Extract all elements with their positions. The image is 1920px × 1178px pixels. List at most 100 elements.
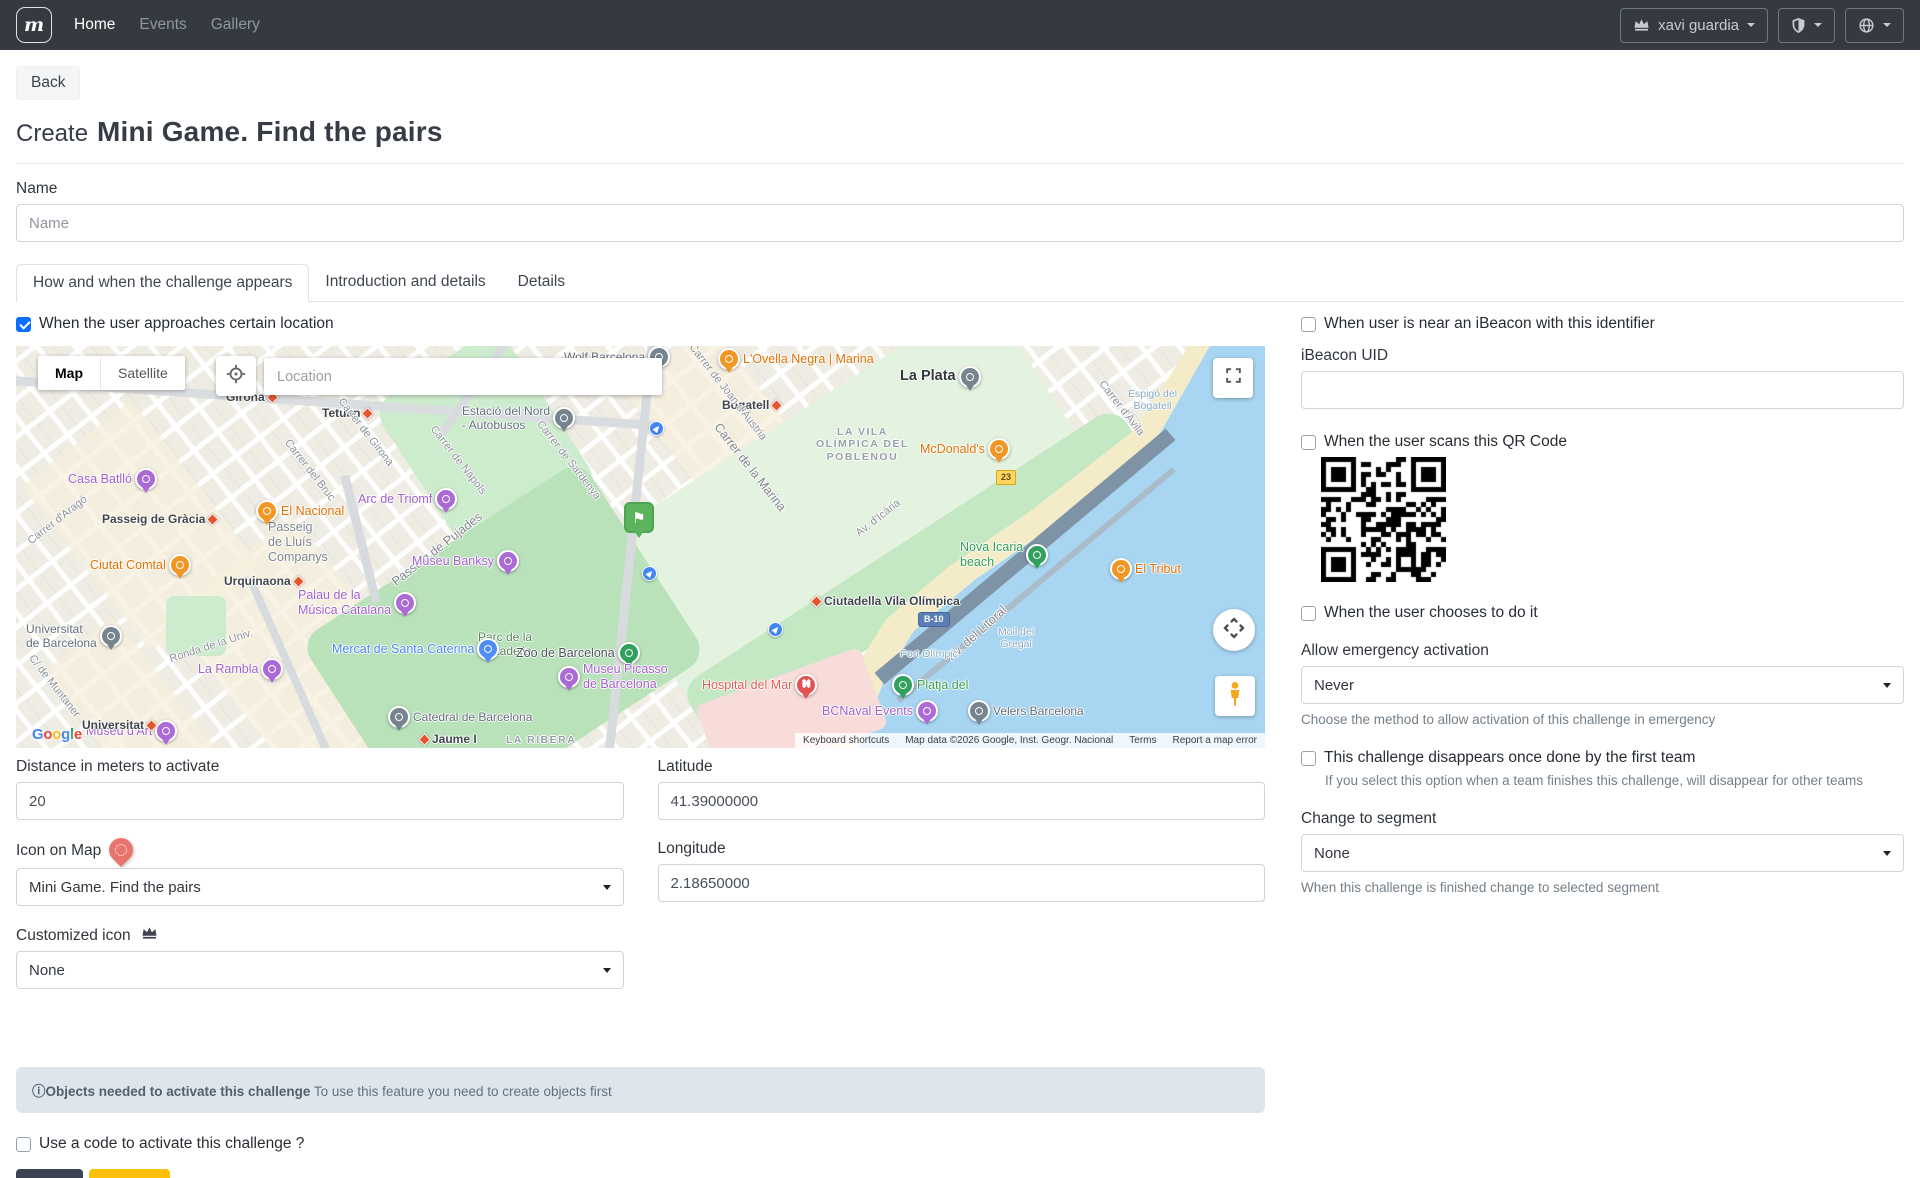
map-poi-pin-icon	[959, 366, 981, 388]
objects-info-alert: ⓘObjects needed to activate this challen…	[16, 1067, 1265, 1113]
tab-0[interactable]: How and when the challenge appears	[16, 264, 309, 302]
checkbox-box[interactable]	[16, 317, 31, 332]
pegman-button[interactable]	[1215, 676, 1255, 716]
checkbox-box[interactable]	[1301, 751, 1316, 766]
privacy-menu-button[interactable]	[1778, 8, 1835, 43]
checkbox-qr-code[interactable]: When the user scans this QR Code	[1301, 433, 1904, 451]
map-route-arrow-icon	[642, 566, 657, 581]
cancel-button[interactable]: Cancel	[89, 1169, 169, 1178]
map-label: L'Ovella Negra | Marina	[718, 348, 874, 370]
checkbox-user-chooses[interactable]: When the user chooses to do it	[1301, 604, 1904, 622]
map-label: La Rambla	[198, 658, 283, 680]
map-flag-marker[interactable]: ⚑	[624, 502, 654, 533]
tab-1[interactable]: Introduction and details	[309, 264, 501, 302]
user-menu-button[interactable]: xavi guardia	[1620, 8, 1768, 43]
navbar: m Home Events Gallery xavi guardia	[0, 0, 1920, 50]
checkbox-box[interactable]	[16, 1137, 31, 1152]
checkbox-use-code[interactable]: Use a code to activate this challenge ?	[16, 1135, 1265, 1153]
map-attribution-link[interactable]: Keyboard shortcuts	[803, 735, 889, 746]
google-map[interactable]: Wolf BarcelonaL'Ovella Negra | MarinaLa …	[16, 346, 1265, 748]
checkbox-approach-location[interactable]: When the user approaches certain locatio…	[16, 315, 1265, 333]
map-location-search-input[interactable]	[264, 358, 662, 395]
geolocate-button[interactable]	[216, 356, 256, 396]
checkbox-label: When the user chooses to do it	[1324, 604, 1538, 622]
map-attribution: Keyboard shortcutsMap data ©2026 Google,…	[795, 733, 1265, 748]
ibeacon-uid-input[interactable]	[1301, 371, 1904, 409]
map-label: Catedral de Barcelona	[388, 706, 532, 728]
metro-station-icon	[145, 719, 158, 732]
longitude-input[interactable]	[658, 864, 1266, 902]
app-logo[interactable]: m	[16, 7, 52, 43]
shield-icon	[1791, 17, 1806, 34]
map-label: Palau de la Música Catalana	[298, 588, 416, 618]
map-poi-pin-icon	[558, 666, 580, 688]
map-type-map-button[interactable]: Map	[38, 356, 100, 390]
map-label: Port Olímpic	[900, 648, 958, 660]
change-segment-select[interactable]: None	[1301, 834, 1904, 872]
customized-icon-label: Customized icon	[16, 926, 624, 945]
map-type-satellite-button[interactable]: Satellite	[100, 356, 185, 390]
map-poi-pin-icon	[618, 642, 640, 664]
icon-on-map-select[interactable]: Mini Game. Find the pairs	[16, 868, 624, 906]
map-poi-pin-icon	[388, 706, 410, 728]
back-button[interactable]: Back	[16, 66, 80, 100]
metro-station-icon	[418, 733, 431, 746]
pan-control-button[interactable]	[1213, 609, 1255, 651]
map-label: BCNaval Events	[822, 700, 938, 722]
distance-input[interactable]	[16, 782, 624, 820]
latitude-input[interactable]	[658, 782, 1266, 820]
checkbox-box[interactable]	[1301, 435, 1316, 450]
map-poi-pin-icon	[892, 674, 914, 696]
tab-2[interactable]: Details	[502, 264, 581, 302]
crown-icon	[141, 926, 158, 945]
map-label: Museu Banksy	[412, 550, 519, 572]
emergency-activation-select[interactable]: Never	[1301, 666, 1904, 704]
crown-icon	[1633, 18, 1650, 32]
metro-station-icon	[770, 399, 783, 412]
map-label: La Plata	[900, 366, 981, 388]
save-button[interactable]: Save	[16, 1169, 83, 1178]
checkbox-label: When user is near an iBeacon with this i…	[1324, 315, 1655, 333]
map-route-arrow-icon	[649, 421, 664, 436]
map-poi-pin-icon	[100, 625, 122, 647]
map-label: Passeig de Lluís Companys	[268, 520, 328, 564]
nav-links: Home Events Gallery	[74, 16, 260, 34]
nav-link-gallery[interactable]: Gallery	[211, 16, 260, 34]
qr-code-container	[1321, 457, 1904, 587]
name-input[interactable]	[16, 204, 1904, 242]
title-divider	[16, 163, 1904, 164]
emergency-activation-label: Allow emergency activation	[1301, 642, 1904, 660]
map-label: El Tribut	[1110, 558, 1181, 580]
fullscreen-button[interactable]	[1213, 358, 1253, 398]
map-label: McDonald's	[920, 438, 1010, 460]
map-poi-pin-icon	[169, 554, 191, 576]
map-label: Museu Picasso de Barcelona	[558, 662, 668, 692]
map-attribution-link[interactable]: Report a map error	[1173, 735, 1257, 746]
map-poi-pin-icon	[497, 550, 519, 572]
map-label: Platja del	[892, 674, 968, 696]
checkbox-ibeacon[interactable]: When user is near an iBeacon with this i…	[1301, 315, 1904, 333]
map-label: Velers Barcelona	[968, 700, 1084, 722]
content-columns: When the user approaches certain locatio…	[16, 315, 1904, 1178]
customized-icon-select[interactable]: None	[16, 951, 624, 989]
checkbox-box[interactable]	[1301, 317, 1316, 332]
map-poi-pin-icon	[1110, 558, 1132, 580]
map-label: B-10	[918, 612, 950, 627]
map-poi-pin-icon	[261, 658, 283, 680]
distance-label: Distance in meters to activate	[16, 758, 624, 776]
map-poi-pin-icon	[553, 407, 575, 429]
user-name: xavi guardia	[1658, 17, 1739, 34]
ibeacon-uid-label: iBeacon UID	[1301, 347, 1904, 365]
nav-link-home[interactable]: Home	[74, 16, 115, 34]
checkbox-disappears-first-team[interactable]: This challenge disappears once done by t…	[1301, 749, 1904, 767]
nav-link-events[interactable]: Events	[139, 16, 186, 34]
icon-on-map-value: Mini Game. Find the pairs	[29, 879, 201, 896]
map-poi-pin-icon	[988, 438, 1010, 460]
map-attribution-link[interactable]: Terms	[1129, 735, 1156, 746]
checkbox-label: Use a code to activate this challenge ?	[39, 1135, 304, 1153]
language-menu-button[interactable]	[1845, 8, 1904, 43]
checkbox-box[interactable]	[1301, 606, 1316, 621]
map-poi-pin-icon	[1026, 544, 1048, 566]
checkbox-label: When the user approaches certain locatio…	[39, 315, 334, 333]
checkbox-label: When the user scans this QR Code	[1324, 433, 1567, 451]
